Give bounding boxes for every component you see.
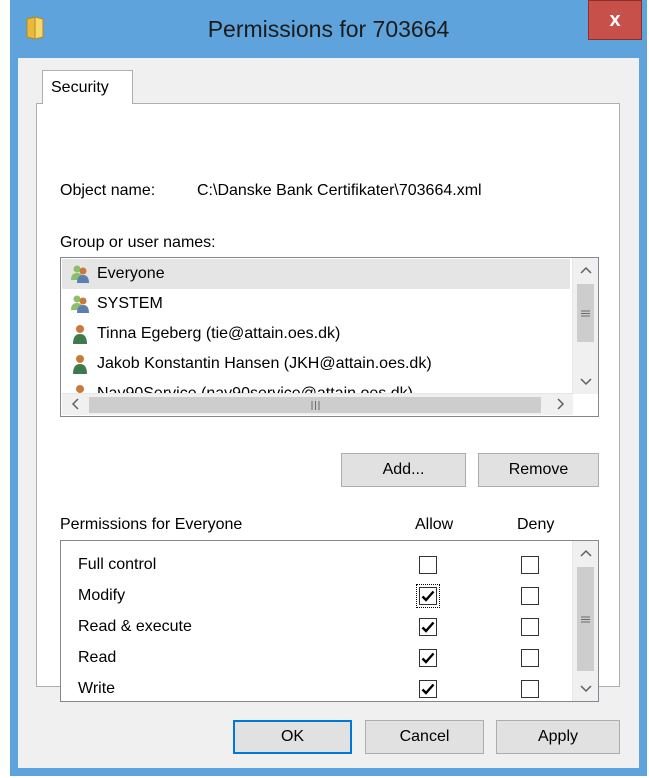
permission-label: Read & execute [78,618,192,635]
grip-icon [581,310,590,316]
permission-row: Read [78,643,116,673]
permissions-header: Permissions for Everyone [60,516,243,533]
permission-row: Modify [78,581,125,611]
title-bar[interactable]: Permissions for 703664 x [10,0,647,58]
permission-label: Modify [78,587,126,604]
list-item[interactable]: Tinna Egeberg (tie@attain.oes.dk) [62,319,570,349]
permissions-dialog: Permissions for 703664 x Security Object… [10,0,647,776]
horizontal-scrollbar[interactable] [62,393,573,415]
deny-checkbox[interactable] [521,587,539,605]
horizontal-scroll-thumb[interactable] [89,397,541,413]
list-item-label: Jakob Konstantin Hansen (JKH@attain.oes.… [97,355,432,372]
group-icon [69,263,91,285]
checkmark-icon [421,652,435,664]
cancel-button[interactable]: Cancel [365,720,484,754]
list-item[interactable]: Jakob Konstantin Hansen (JKH@attain.oes.… [62,349,570,379]
list-item[interactable]: SYSTEM [62,289,570,319]
list-item-label: SYSTEM [97,295,163,312]
deny-checkbox[interactable] [521,649,539,667]
user-icon [69,323,91,345]
scroll-down-arrow[interactable] [573,677,598,701]
deny-column-label: Deny [517,516,555,533]
grip-icon [581,616,590,622]
scroll-down-arrow[interactable] [573,370,598,394]
permissions-vertical-scrollbar[interactable] [572,541,598,701]
permission-row: Read & execute [78,612,192,642]
apply-button[interactable]: Apply [496,720,620,754]
permission-label: Write [78,680,116,697]
ok-button[interactable]: OK [233,720,352,754]
allow-column-label: Allow [415,516,454,533]
allow-checkbox[interactable] [419,680,437,698]
object-name-label: Object name: [60,182,156,199]
allow-checkbox[interactable] [419,556,437,574]
permission-row: Write [78,674,116,701]
tab-security[interactable]: Security [42,70,133,104]
user-icon [69,353,91,375]
list-item-label: Tinna Egeberg (tie@attain.oes.dk) [97,325,341,342]
dialog-client-area: Security Object name: C:\Danske Bank Cer… [18,58,639,768]
security-tab-panel: Object name: C:\Danske Bank Certifikater… [36,103,620,702]
permission-label: Read [78,649,117,666]
checkmark-icon [421,683,435,695]
checkmark-icon [421,590,435,602]
chevron-down-icon [579,685,592,693]
chevron-left-icon [71,398,79,410]
chevron-down-icon [579,378,592,386]
permission-row: Full control [78,550,156,580]
group-or-user-names-label: Group or user names: [60,234,216,251]
allow-checkbox[interactable] [419,649,437,667]
close-button[interactable]: x [588,0,642,40]
chevron-up-icon [579,266,592,274]
scroll-thumb[interactable] [577,567,594,671]
chevron-up-icon [579,549,592,557]
permissions-list[interactable]: Full control Modify Read & execute Read Writ… [60,540,599,702]
remove-button[interactable]: Remove [478,453,599,487]
object-name-value: C:\Danske Bank Certifikater\703664.xml [197,182,482,199]
permission-label: Full control [78,556,157,573]
checkmark-icon [421,621,435,633]
deny-checkbox[interactable] [521,556,539,574]
grip-icon [311,400,319,410]
scroll-thumb[interactable] [577,284,594,342]
group-user-listbox[interactable]: Everyone SYSTEM Tinna Egeberg (tie@attain.… [60,257,599,417]
deny-checkbox[interactable] [521,680,539,698]
scroll-left-arrow[interactable] [62,393,87,415]
list-item-label: Everyone [97,265,165,282]
list-item[interactable]: Everyone [62,259,570,289]
chevron-right-icon [556,398,564,410]
add-button[interactable]: Add... [341,453,466,487]
deny-checkbox[interactable] [521,618,539,636]
allow-checkbox[interactable] [419,618,437,636]
close-icon: x [609,8,621,31]
scroll-right-arrow[interactable] [548,393,573,415]
scroll-up-arrow[interactable] [573,258,598,282]
vertical-scrollbar[interactable] [572,258,598,394]
scroll-up-arrow[interactable] [573,541,598,565]
group-icon [69,293,91,315]
allow-checkbox[interactable] [416,584,440,608]
window-title: Permissions for 703664 [207,16,450,42]
